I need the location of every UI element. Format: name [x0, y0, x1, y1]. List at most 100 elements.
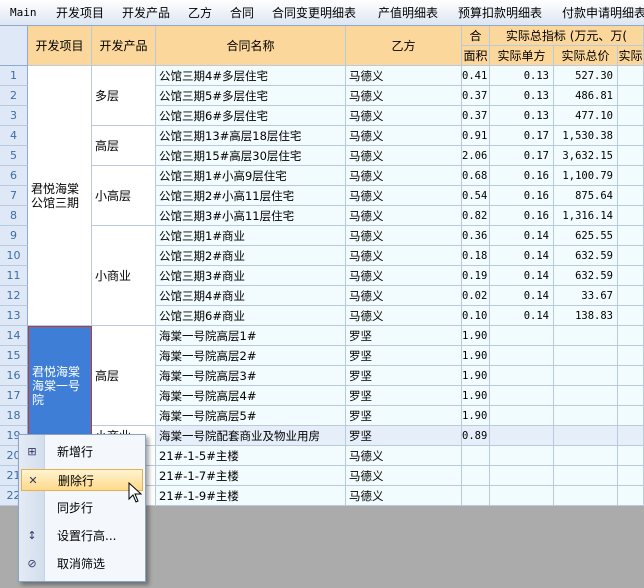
area-cell[interactable]: 0.02: [462, 286, 490, 306]
header-unit-price[interactable]: 实际单方: [490, 46, 554, 66]
menu-dev-product[interactable]: 开发产品: [122, 0, 170, 26]
area-cell[interactable]: 1.90: [462, 366, 490, 386]
party-b-cell[interactable]: 罗坚: [346, 346, 462, 366]
unit-price-cell[interactable]: [490, 446, 554, 466]
unit-price-cell[interactable]: 0.14: [490, 306, 554, 326]
extra-cell[interactable]: [618, 66, 644, 86]
row-header[interactable]: 3: [0, 106, 28, 126]
party-b-cell[interactable]: 马德义: [346, 266, 462, 286]
extra-cell[interactable]: [618, 306, 644, 326]
ctx-add-row[interactable]: ⊞ 新增行: [21, 441, 143, 463]
extra-cell[interactable]: [618, 266, 644, 286]
party-b-cell[interactable]: 马德义: [346, 466, 462, 486]
grid-corner[interactable]: [0, 26, 28, 66]
menu-contract-change[interactable]: 合同变更明细表: [272, 0, 356, 26]
unit-price-cell[interactable]: [490, 486, 554, 506]
extra-cell[interactable]: [618, 246, 644, 266]
party-b-cell[interactable]: 马德义: [346, 226, 462, 246]
total-price-cell[interactable]: [554, 386, 618, 406]
extra-cell[interactable]: [618, 226, 644, 246]
unit-price-cell[interactable]: 0.16: [490, 186, 554, 206]
unit-price-cell[interactable]: [490, 386, 554, 406]
area-cell[interactable]: 1.90: [462, 346, 490, 366]
total-price-cell[interactable]: [554, 466, 618, 486]
row-header[interactable]: 10: [0, 246, 28, 266]
ctx-sync-row[interactable]: 同步行: [21, 497, 143, 519]
area-cell[interactable]: 0.91: [462, 126, 490, 146]
menu-dev-project[interactable]: 开发项目: [56, 0, 104, 26]
total-price-cell[interactable]: 138.83: [554, 306, 618, 326]
row-header[interactable]: 16: [0, 366, 28, 386]
row-header[interactable]: 8: [0, 206, 28, 226]
extra-cell[interactable]: [618, 186, 644, 206]
extra-cell[interactable]: [618, 106, 644, 126]
extra-cell[interactable]: [618, 166, 644, 186]
contract-name-cell[interactable]: 公馆三期2#小高11层住宅: [156, 186, 346, 206]
total-price-cell[interactable]: 625.55: [554, 226, 618, 246]
total-price-cell[interactable]: [554, 326, 618, 346]
unit-price-cell[interactable]: 0.13: [490, 66, 554, 86]
contract-name-cell[interactable]: 公馆三期6#商业: [156, 306, 346, 326]
total-price-cell[interactable]: 33.67: [554, 286, 618, 306]
unit-price-cell[interactable]: 0.17: [490, 146, 554, 166]
party-b-cell[interactable]: 马德义: [346, 126, 462, 146]
extra-cell[interactable]: [618, 346, 644, 366]
row-header[interactable]: 9: [0, 226, 28, 246]
row-header[interactable]: 4: [0, 126, 28, 146]
extra-cell[interactable]: [618, 366, 644, 386]
party-b-cell[interactable]: 马德义: [346, 186, 462, 206]
row-header[interactable]: 18: [0, 406, 28, 426]
contract-name-cell[interactable]: 海棠一号院高层3#: [156, 366, 346, 386]
contract-name-cell[interactable]: 公馆三期6#多层住宅: [156, 106, 346, 126]
product-group-cell[interactable]: 小高层: [92, 166, 156, 226]
party-b-cell[interactable]: 马德义: [346, 306, 462, 326]
unit-price-cell[interactable]: 0.14: [490, 226, 554, 246]
area-cell[interactable]: 0.82: [462, 206, 490, 226]
area-cell[interactable]: 0.19: [462, 266, 490, 286]
unit-price-cell[interactable]: 0.13: [490, 86, 554, 106]
row-header[interactable]: 7: [0, 186, 28, 206]
ctx-set-row-height[interactable]: ↕ 设置行高...: [21, 525, 143, 547]
area-cell[interactable]: 0.68: [462, 166, 490, 186]
total-price-cell[interactable]: [554, 486, 618, 506]
area-cell[interactable]: 0.36: [462, 226, 490, 246]
party-b-cell[interactable]: 马德义: [346, 486, 462, 506]
contract-name-cell[interactable]: 公馆三期4#多层住宅: [156, 66, 346, 86]
unit-price-cell[interactable]: 0.16: [490, 206, 554, 226]
total-price-cell[interactable]: 527.30: [554, 66, 618, 86]
area-cell[interactable]: 0.10: [462, 306, 490, 326]
row-header[interactable]: 6: [0, 166, 28, 186]
total-price-cell[interactable]: 477.10: [554, 106, 618, 126]
total-price-cell[interactable]: 3,632.15: [554, 146, 618, 166]
extra-cell[interactable]: [618, 286, 644, 306]
area-cell[interactable]: 1.90: [462, 326, 490, 346]
ctx-delete-row[interactable]: ✕ 删除行: [21, 469, 143, 491]
menu-output-value[interactable]: 产值明细表: [378, 0, 438, 26]
total-price-cell[interactable]: 875.64: [554, 186, 618, 206]
menu-payment-request[interactable]: 付款申请明细表: [562, 0, 644, 26]
total-price-cell[interactable]: [554, 346, 618, 366]
total-price-cell[interactable]: [554, 426, 618, 446]
party-b-cell[interactable]: 马德义: [346, 66, 462, 86]
unit-price-cell[interactable]: [490, 366, 554, 386]
total-price-cell[interactable]: 486.81: [554, 86, 618, 106]
extra-cell[interactable]: [618, 386, 644, 406]
total-price-cell[interactable]: [554, 366, 618, 386]
header-party-b[interactable]: 乙方: [346, 26, 462, 66]
product-group-cell[interactable]: 高层: [92, 326, 156, 426]
area-cell[interactable]: 0.89: [462, 426, 490, 446]
extra-cell[interactable]: [618, 486, 644, 506]
total-price-cell[interactable]: [554, 446, 618, 466]
party-b-cell[interactable]: 罗坚: [346, 406, 462, 426]
unit-price-cell[interactable]: 0.14: [490, 286, 554, 306]
contract-name-cell[interactable]: 公馆三期1#商业: [156, 226, 346, 246]
total-price-cell[interactable]: 1,530.38: [554, 126, 618, 146]
contract-name-cell[interactable]: 公馆三期5#多层住宅: [156, 86, 346, 106]
menu-contract[interactable]: 合同: [230, 0, 254, 26]
row-header[interactable]: 11: [0, 266, 28, 286]
area-cell[interactable]: 0.37: [462, 106, 490, 126]
area-cell[interactable]: 0.18: [462, 246, 490, 266]
contract-name-cell[interactable]: 21#-1-7#主楼: [156, 466, 346, 486]
area-cell[interactable]: 0.37: [462, 86, 490, 106]
party-b-cell[interactable]: 马德义: [346, 286, 462, 306]
